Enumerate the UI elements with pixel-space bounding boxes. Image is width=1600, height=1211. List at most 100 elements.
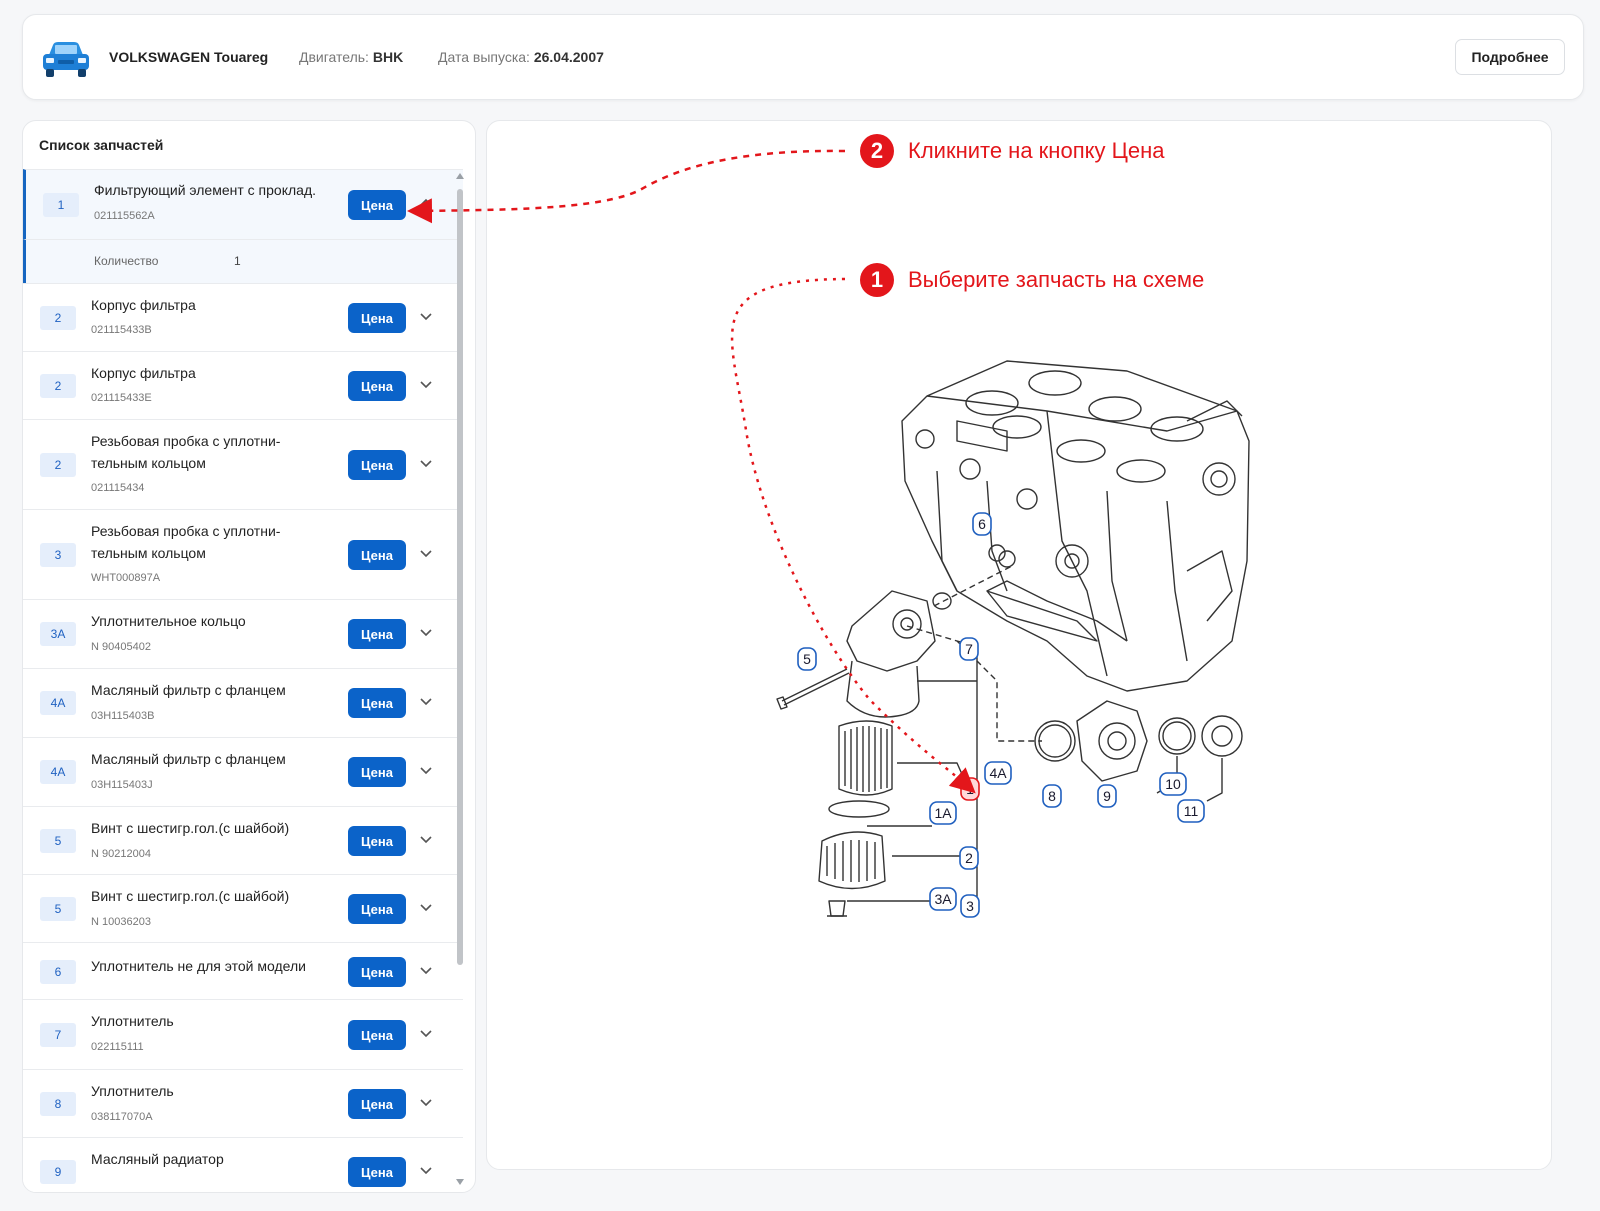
- price-button[interactable]: Цена: [348, 619, 406, 649]
- price-button[interactable]: Цена: [348, 1157, 406, 1187]
- parts-list-item[interactable]: 9 Масляный радиатор Цена: [23, 1137, 463, 1192]
- callout-6[interactable]: 6: [972, 512, 992, 536]
- parts-list-item[interactable]: 2 Корпус фильтра 021115433E Цена: [23, 351, 463, 419]
- engine-info: Двигатель: BHK: [299, 49, 403, 65]
- step1-badge: 1: [860, 263, 894, 297]
- chevron-down-icon[interactable]: [418, 899, 434, 915]
- parts-list-title: Список запчастей: [39, 137, 164, 153]
- parts-list-item[interactable]: 4A Масляный фильтр с фланцем 03H115403B Цен…: [23, 668, 463, 737]
- part-code: 021115433B: [91, 324, 152, 336]
- price-button[interactable]: Цена: [348, 894, 406, 924]
- chevron-up-icon[interactable]: [418, 195, 434, 211]
- price-button[interactable]: Цена: [348, 688, 406, 718]
- part-number-badge: 5: [40, 897, 76, 921]
- part-name: Уплотнитель: [91, 1013, 174, 1029]
- scroll-up-arrow[interactable]: [456, 173, 464, 179]
- details-button[interactable]: Подробнее: [1455, 39, 1565, 75]
- callout-label: 3A: [934, 891, 952, 907]
- price-button[interactable]: Цена: [348, 190, 406, 220]
- parts-list-item[interactable]: 3 Резьбовая пробка с уплотни- тельным кол…: [23, 509, 463, 599]
- price-button[interactable]: Цена: [348, 371, 406, 401]
- parts-list-item[interactable]: 6 Уплотнитель не для этой модели Цена: [23, 942, 463, 999]
- callout-5[interactable]: 5: [797, 647, 817, 671]
- quantity-row: Количество 1: [23, 239, 463, 283]
- part-name: Масляный фильтр с фланцем: [91, 682, 286, 698]
- chevron-down-icon[interactable]: [418, 1094, 434, 1110]
- chevron-down-icon[interactable]: [418, 624, 434, 640]
- callout-2[interactable]: 2: [959, 846, 979, 870]
- price-button[interactable]: Цена: [348, 1020, 406, 1050]
- callout-3[interactable]: 3: [960, 894, 980, 918]
- release-date-label: Дата выпуска:: [438, 49, 530, 65]
- engine-value: BHK: [372, 49, 404, 65]
- parts-list-item[interactable]: 2 Резьбовая пробка с уплотни- тельным кол…: [23, 419, 463, 509]
- price-button[interactable]: Цена: [348, 957, 406, 987]
- callout-label: 1: [966, 781, 974, 797]
- part-number-badge: 8: [40, 1092, 76, 1116]
- chevron-down-icon[interactable]: [418, 693, 434, 709]
- part-code: 021115562A: [94, 210, 155, 222]
- part-number-badge: 3: [40, 543, 76, 567]
- callout-9[interactable]: 9: [1097, 784, 1117, 808]
- chevron-down-icon[interactable]: [418, 762, 434, 778]
- callout-1[interactable]: 1: [960, 777, 980, 801]
- part-code: N 10036203: [91, 916, 151, 928]
- parts-list: 1 Фильтрующий элемент с проклад. 021115562…: [23, 169, 463, 1192]
- car-name: VOLKSWAGEN Touareg: [109, 49, 269, 65]
- parts-list-item[interactable]: 1 Фильтрующий элемент с проклад. 021115562…: [23, 169, 463, 239]
- part-number-badge: 2: [40, 374, 76, 398]
- price-button[interactable]: Цена: [348, 826, 406, 856]
- price-button[interactable]: Цена: [348, 540, 406, 570]
- callout-7[interactable]: 7: [959, 637, 979, 661]
- scrollbar[interactable]: [455, 169, 465, 1189]
- callout-1a[interactable]: 1A: [929, 801, 957, 825]
- part-code: N 90212004: [91, 848, 151, 860]
- part-name: Фильтрующий элемент с проклад.: [94, 182, 316, 198]
- part-name: Уплотнительное кольцо: [91, 613, 246, 629]
- chevron-down-icon[interactable]: [418, 962, 434, 978]
- callout-label: 9: [1103, 788, 1111, 804]
- part-number-badge: 4A: [40, 691, 76, 715]
- scroll-down-arrow[interactable]: [456, 1179, 464, 1185]
- price-button[interactable]: Цена: [348, 450, 406, 480]
- chevron-down-icon[interactable]: [418, 545, 434, 561]
- callout-8[interactable]: 8: [1042, 784, 1062, 808]
- price-button[interactable]: Цена: [348, 1089, 406, 1119]
- part-code: WHT000897A: [91, 572, 161, 584]
- part-number-badge: 9: [40, 1160, 76, 1184]
- part-name: Винт с шестигр.гол.(с шайбой): [91, 888, 290, 904]
- parts-list-item[interactable]: 5 Винт с шестигр.гол.(с шайбой) N 10036203…: [23, 874, 463, 942]
- step2-annotation: 2 Кликните на кнопку Цена: [860, 134, 1164, 168]
- parts-list-item[interactable]: 4A Масляный фильтр с фланцем 03H115403J Цен…: [23, 737, 463, 806]
- price-button[interactable]: Цена: [348, 303, 406, 333]
- chevron-down-icon[interactable]: [418, 1162, 434, 1178]
- callout-3a[interactable]: 3A: [929, 887, 957, 911]
- part-code: 03H115403J: [91, 779, 153, 791]
- release-date-value: 26.04.2007: [533, 49, 604, 65]
- part-number-badge: 7: [40, 1023, 76, 1047]
- chevron-down-icon[interactable]: [418, 1025, 434, 1041]
- callout-4a[interactable]: 4A: [984, 761, 1012, 785]
- parts-list-item[interactable]: 8 Уплотнитель 038117070A Цена: [23, 1069, 463, 1137]
- part-name: Резьбовая пробка с уплотни- тельным коль…: [91, 523, 281, 561]
- chevron-down-icon[interactable]: [418, 455, 434, 471]
- parts-list-item[interactable]: 5 Винт с шестигр.гол.(с шайбой) N 90212004…: [23, 806, 463, 874]
- callout-label: 11: [1184, 803, 1199, 819]
- part-code: N 90405402: [91, 641, 151, 653]
- scroll-thumb[interactable]: [457, 189, 463, 965]
- price-button[interactable]: Цена: [348, 757, 406, 787]
- chevron-down-icon[interactable]: [418, 831, 434, 847]
- parts-list-item[interactable]: 3A Уплотнительное кольцо N 90405402 Цена: [23, 599, 463, 668]
- callout-label: 4A: [989, 765, 1007, 781]
- part-code: 021115434: [91, 482, 145, 494]
- part-name: Уплотнитель не для этой модели: [91, 958, 306, 974]
- callout-label: 3: [966, 898, 974, 914]
- parts-list-item[interactable]: 2 Корпус фильтра 021115433B Цена: [23, 283, 463, 351]
- chevron-down-icon[interactable]: [418, 308, 434, 324]
- callout-11[interactable]: 11: [1177, 799, 1205, 823]
- chevron-down-icon[interactable]: [418, 376, 434, 392]
- parts-list-item[interactable]: 7 Уплотнитель 022115111 Цена: [23, 999, 463, 1069]
- part-code: 021115433E: [91, 392, 152, 404]
- part-code: 022115111: [91, 1041, 144, 1053]
- callout-10[interactable]: 10: [1159, 772, 1187, 796]
